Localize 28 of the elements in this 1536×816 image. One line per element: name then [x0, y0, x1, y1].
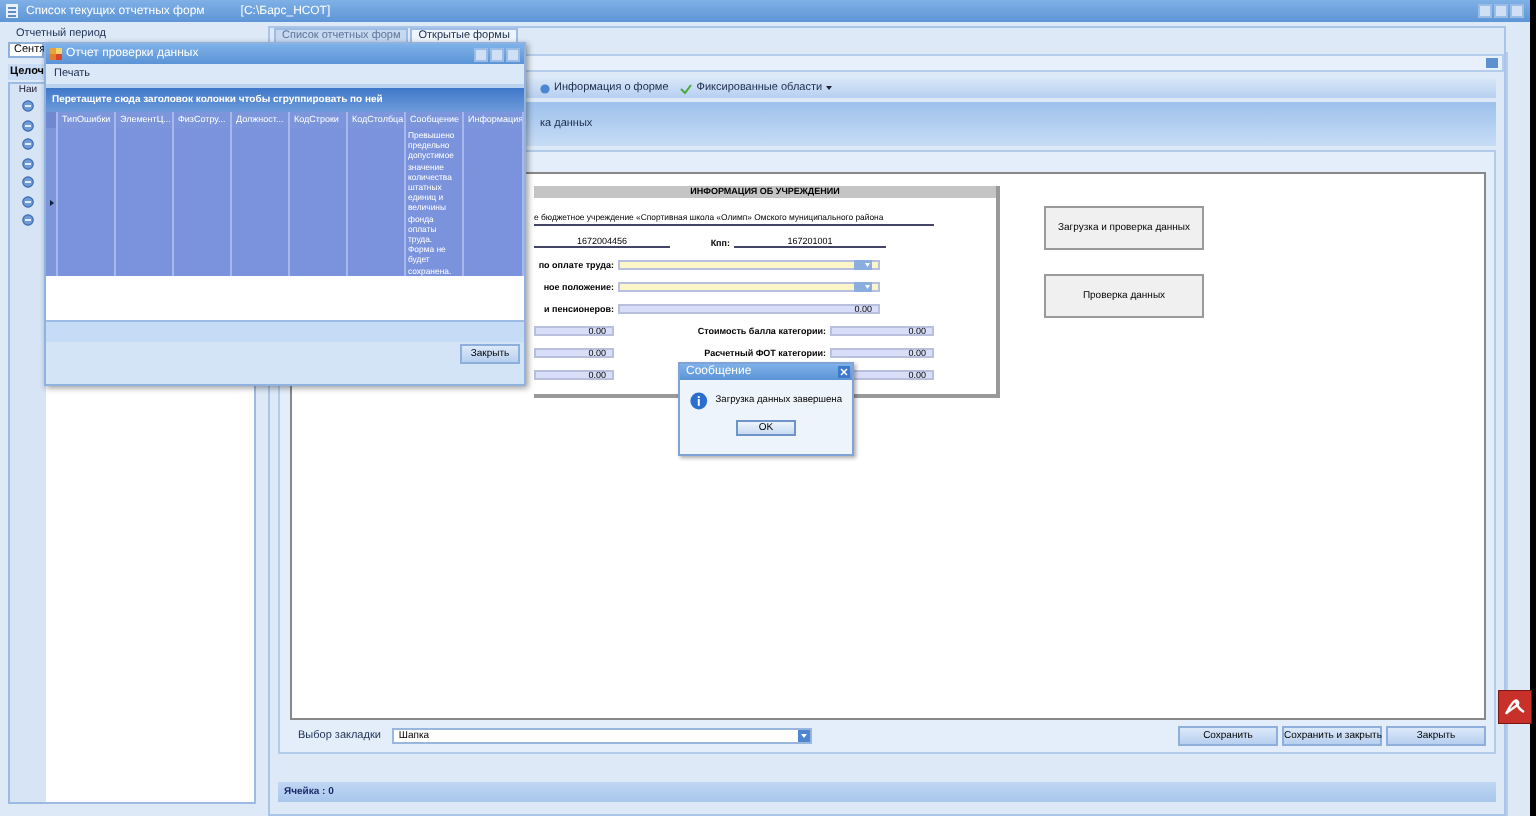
app-icon	[50, 48, 62, 60]
tree-node-icon[interactable]	[22, 119, 34, 131]
maximize-button[interactable]	[490, 47, 504, 61]
dropdown-icon	[798, 730, 811, 742]
tree-node-icon[interactable]	[22, 214, 34, 226]
select-field[interactable]	[618, 282, 880, 292]
close-button[interactable]	[506, 47, 520, 61]
maximize-button[interactable]	[1494, 4, 1508, 18]
close-icon[interactable]	[838, 366, 850, 378]
app-icon	[6, 4, 18, 18]
check-icon	[680, 83, 693, 93]
tree-node-icon[interactable]	[22, 176, 34, 188]
tree-node-icon[interactable]	[22, 157, 34, 169]
info-icon	[540, 83, 550, 93]
caret-icon	[826, 86, 833, 90]
tree-node-icon[interactable]	[22, 138, 34, 150]
tree-node-icon[interactable]	[22, 100, 34, 112]
tree-node-icon[interactable]	[22, 195, 34, 207]
row-pointer-icon	[49, 199, 53, 205]
header-corner	[46, 112, 58, 128]
select-field[interactable]	[618, 260, 880, 270]
row-selector[interactable]	[46, 128, 58, 276]
dropdown-icon[interactable]	[854, 282, 872, 292]
minimize-button[interactable]	[1478, 4, 1492, 18]
dropdown-icon[interactable]	[854, 260, 872, 270]
info-icon	[690, 392, 708, 410]
minimize-button[interactable]	[474, 47, 488, 61]
close-button[interactable]	[1510, 4, 1524, 18]
